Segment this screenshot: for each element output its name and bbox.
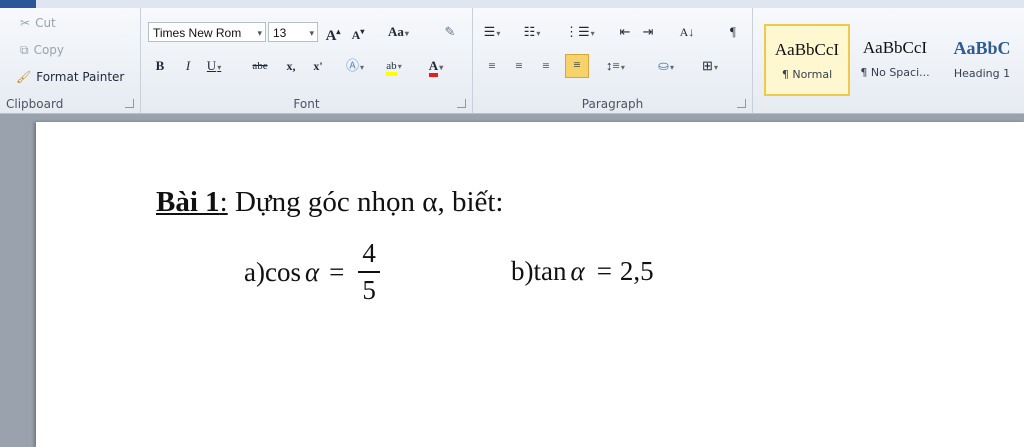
decrease-indent-icon[interactable]: ⇤ [616,22,634,42]
part-b-func: tan [533,256,567,286]
cut-label: Cut [35,16,56,30]
justify-button[interactable]: ≡ [565,54,589,78]
part-b-label: b) [511,256,534,286]
chevron-down-icon: ▾ [309,28,314,38]
font-group: Times New Rom ▾ 13 ▾ A▴ A▾ Aa▾ ✎ B I U▾ … [141,8,473,113]
style-normal[interactable]: AaBbCcI ¶ Normal [764,24,850,96]
font-color-glyph: A [428,58,439,77]
clipboard-launcher-icon[interactable] [125,99,134,108]
bold-button[interactable]: B [151,56,169,76]
italic-button[interactable]: I [179,56,197,76]
paintbrush-icon: 🖌 [16,70,32,84]
heading-text: Dựng góc nhọn α, biết: [227,186,504,218]
cut-button[interactable]: ✂ Cut [20,16,56,30]
numbering-icon[interactable]: ☷▾ [523,22,541,42]
grow-font-button[interactable]: A▴ [324,22,342,44]
part-a-equals: = [329,256,345,287]
chevron-down-icon: ▾ [257,28,262,38]
style-sample: AaBbC [953,38,1011,58]
copy-icon: ⧉ [20,43,29,57]
style-heading-1[interactable]: AaBbC Heading 1 [940,24,1024,96]
file-tab[interactable] [0,0,36,8]
format-painter-label: Format Painter [36,70,125,84]
part-b-value: 2,5 [619,256,654,286]
copy-label: Copy [33,43,65,57]
exercise-number: Bài 1 [156,186,220,218]
styles-gallery: AaBbCcI ¶ Normal AaBbCcI ¶ No Spaci... A… [760,16,1024,121]
part-a-var: α [304,256,320,287]
bullets-icon[interactable]: ☰▾ [483,22,501,42]
denominator: 5 [358,271,380,304]
style-no-spacing[interactable]: AaBbCcI ¶ No Spaci... [852,24,938,96]
part-a-equation: a) cos α = 4 5 [244,240,380,304]
paragraph-group: ☰▾ ☷▾ ⋮☰▾ ⇤ ⇥ A↓ ¶ ≡ ≡ ≡ ≡ ↕≡▾ ⛀▾ ⊞▾ Par… [473,8,753,113]
text-effects-icon[interactable]: Ⓐ▾ [346,56,364,76]
grow-font-glyph: A [325,28,337,44]
shrink-font-button[interactable]: A▾ [349,22,367,42]
part-b-var: α [570,256,585,286]
part-a-label: a) [244,256,265,287]
font-name-select[interactable]: Times New Rom ▾ [148,22,266,42]
paragraph-launcher-icon[interactable] [737,99,746,108]
clipboard-label: Clipboard [6,97,64,111]
show-marks-button[interactable]: ¶ [724,22,742,42]
borders-icon[interactable]: ⊞▾ [701,56,719,76]
ribbon: ✂ Cut ⧉ Copy 🖌 Format Painter Clipboard … [0,8,1024,114]
font-color-button[interactable]: A▾ [427,56,445,77]
paragraph-label: Paragraph [581,97,644,111]
font-size-value: 13 [273,26,287,40]
style-name: Heading 1 [953,67,1011,80]
document-page[interactable]: Bài 1: Dựng góc nhọn α, biết: a) cos α =… [36,122,1024,447]
style-sample: AaBbCcI [774,40,840,59]
strikethrough-button[interactable]: abe [251,56,269,76]
superscript-button[interactable]: x' [309,56,327,76]
font-label: Font [293,97,320,111]
copy-button[interactable]: ⧉ Copy [20,43,64,57]
sort-icon[interactable]: A↓ [678,22,696,42]
align-center-icon[interactable]: ≡ [510,56,528,76]
style-name: ¶ Normal [781,68,833,81]
numerator: 4 [362,238,376,268]
fraction: 4 5 [358,240,380,304]
highlight-color-button[interactable]: ab▾ [385,56,403,76]
font-size-select[interactable]: 13 ▾ [268,22,318,42]
style-sample: AaBbCcI [862,38,928,57]
underline-glyph: U [206,58,217,73]
multilevel-list-icon[interactable]: ⋮☰▾ [565,22,595,42]
part-b-equals: = [596,256,612,286]
font-name-value: Times New Rom [153,26,242,40]
format-painter-button[interactable]: 🖌 Format Painter [16,70,124,84]
subscript-button[interactable]: x, [282,56,300,76]
font-launcher-icon[interactable] [457,99,466,108]
part-b-equation: b) tan α = 2,5 [511,256,654,287]
highlighter-icon: ab [386,60,397,76]
increase-indent-icon[interactable]: ⇥ [639,22,657,42]
change-case-button[interactable]: Aa▾ [388,22,409,42]
align-right-icon[interactable]: ≡ [537,56,555,76]
clear-formatting-icon[interactable]: ✎ [441,22,459,42]
style-name: ¶ No Spaci... [860,66,930,79]
shading-icon[interactable]: ⛀▾ [657,56,675,76]
scissors-icon: ✂ [20,16,31,30]
part-a-func: cos [264,256,301,287]
align-left-icon[interactable]: ≡ [483,56,501,76]
change-case-glyph: Aa [388,24,404,39]
clipboard-group: ✂ Cut ⧉ Copy 🖌 Format Painter Clipboard [0,8,141,113]
underline-button[interactable]: U▾ [205,56,223,76]
line-spacing-icon[interactable]: ↕≡▾ [606,56,625,76]
exercise-heading: Bài 1: Dựng góc nhọn α, biết: [156,186,504,219]
heading-colon: : [219,186,228,218]
